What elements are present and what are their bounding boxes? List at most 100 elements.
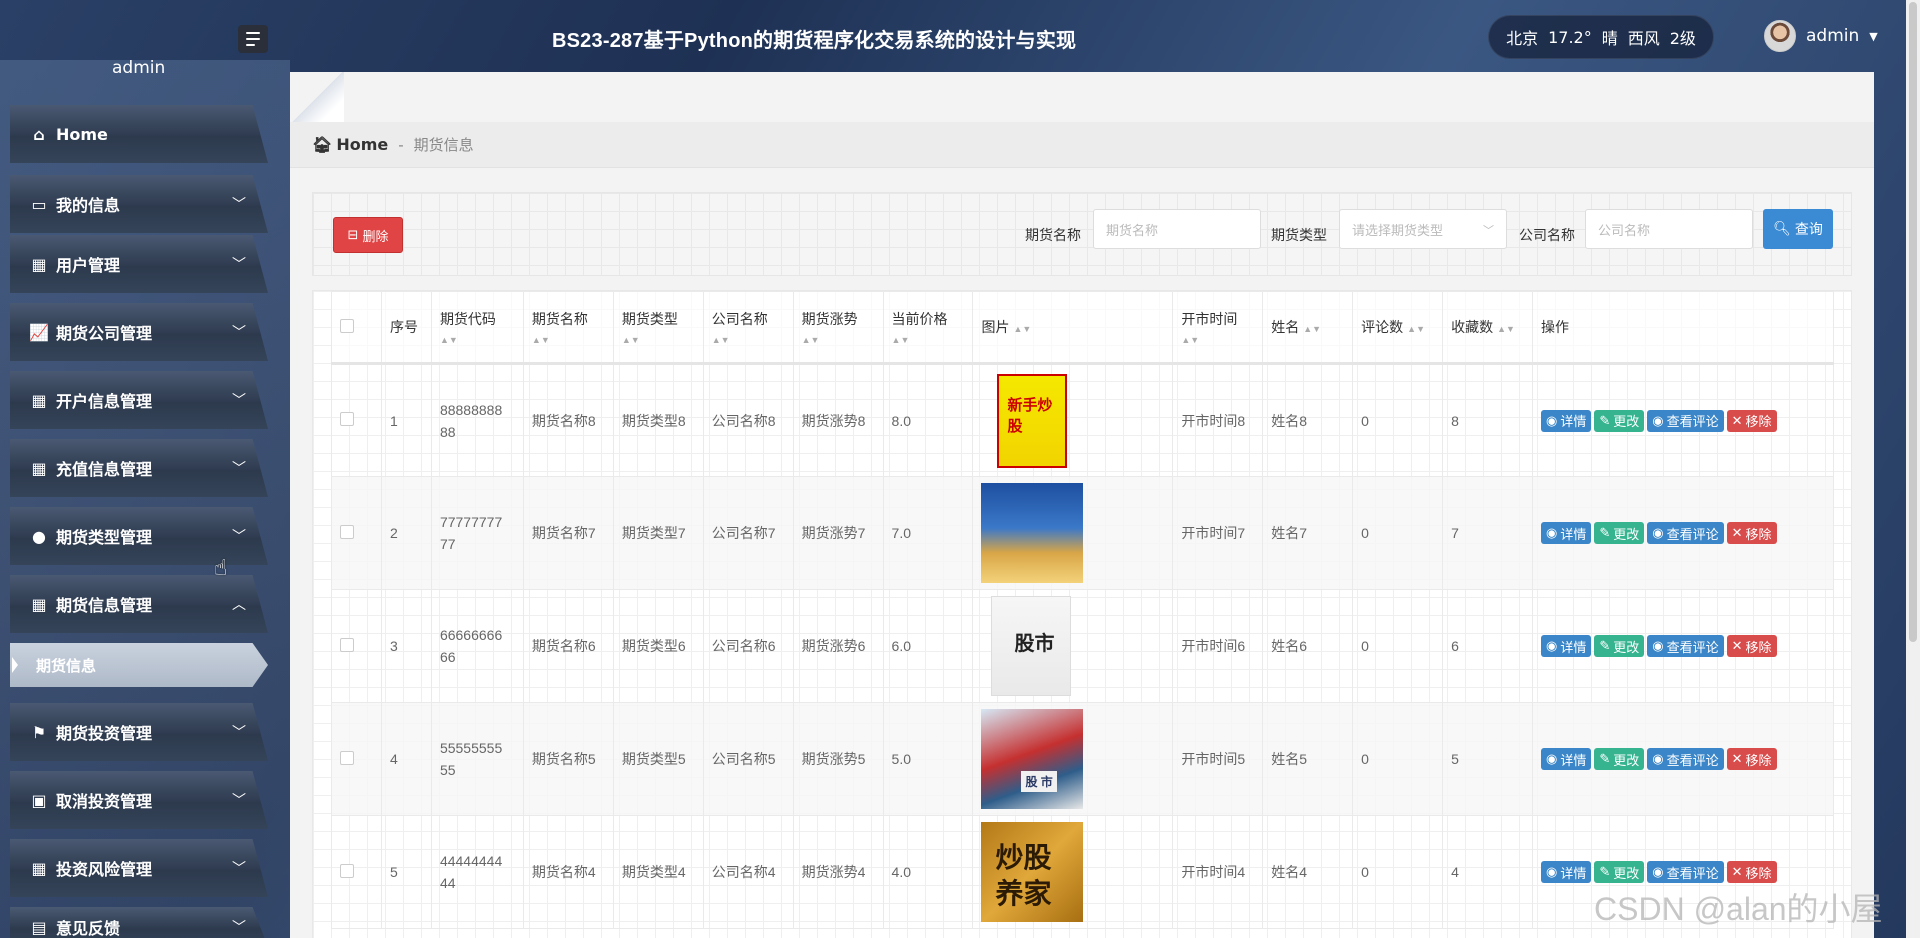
query-button[interactable]: 🔍︎ 查询 <box>1763 209 1833 249</box>
col-header-comments[interactable]: 评论数 ▲▼ <box>1352 291 1444 364</box>
cell-type: 期货类型5 <box>612 702 704 816</box>
col-header-company[interactable]: 公司名称 ▲▼ <box>702 291 794 364</box>
sort-icon[interactable]: ▲▼ <box>1181 335 1254 345</box>
sidebar-item-futures[interactable]: ▦ 期货信息管理 ︿ <box>10 575 268 633</box>
remove-button[interactable]: ✕ 移除 <box>1726 635 1777 657</box>
row-checkbox[interactable] <box>340 524 354 539</box>
row-checkbox[interactable] <box>340 863 354 878</box>
detail-button[interactable]: ◉ 详情 <box>1541 409 1592 432</box>
sort-icon[interactable]: ▲▼ <box>892 335 965 345</box>
comments-label: 查看评论 <box>1666 865 1719 881</box>
remove-button[interactable]: ✕ 移除 <box>1726 522 1777 544</box>
chevron-down-icon: ﹀ <box>232 197 246 213</box>
col-header-favs[interactable]: 收藏数 ▲▼ <box>1442 291 1533 364</box>
breadcrumb-home-label[interactable]: Home <box>336 135 388 154</box>
header-username[interactable]: admin <box>1806 26 1859 46</box>
col-header-image[interactable]: 图片 ▲▼ <box>972 291 1174 364</box>
sort-icon[interactable]: ▲▼ <box>712 335 785 345</box>
col-header-person[interactable]: 姓名 ▲▼ <box>1262 291 1354 364</box>
view-comments-button[interactable]: ◉ 查看评论 <box>1647 748 1724 770</box>
detail-button[interactable]: ◉ 详情 <box>1541 748 1592 770</box>
cell-trend: 期货涨势8 <box>792 363 884 477</box>
sidebar-item-users[interactable]: ▦ 用户管理 ﹀ <box>10 235 268 293</box>
edit-button[interactable]: ✎ 更改 <box>1594 635 1645 657</box>
scrollbar-thumb[interactable] <box>1909 2 1917 642</box>
futures-thumbnail[interactable]: 新手炒股 <box>997 373 1068 468</box>
sidebar-item-types[interactable]: ● 期货类型管理 ﹀ <box>10 507 268 565</box>
remove-button[interactable]: ✕ 移除 <box>1726 748 1777 770</box>
futures-thumbnail[interactable]: 炒股 养家 <box>981 822 1084 922</box>
detail-button[interactable]: ◉ 详情 <box>1541 635 1592 657</box>
futures-thumbnail[interactable]: 股 市 <box>981 709 1084 809</box>
futures-type-select[interactable]: 请选择期货类型 ﹀ <box>1339 209 1507 249</box>
sidebar-item-recharge[interactable]: ▦ 充值信息管理 ﹀ <box>10 439 268 497</box>
breadcrumb-home[interactable]: 🏠︎ Home <box>312 135 388 154</box>
menu-toggle-button[interactable] <box>238 25 268 53</box>
grid-icon: ▦ <box>31 458 47 478</box>
edit-button[interactable]: ✎ 更改 <box>1594 522 1645 544</box>
sidebar-item-companies[interactable]: 📈 期货公司管理 ﹀ <box>10 303 268 361</box>
sidebar-item-my-info[interactable]: ▭ 我的信息 ﹀ <box>10 175 268 233</box>
filter-label-name: 期货名称 <box>1025 228 1081 244</box>
row-checkbox[interactable] <box>340 750 354 765</box>
view-comments-button[interactable]: ◉ 查看评论 <box>1647 635 1724 657</box>
sort-icon[interactable]: ▲▼ <box>802 335 875 345</box>
col-header-trend[interactable]: 期货涨势 ▲▼ <box>792 291 884 364</box>
sidebar-item-cancel-invest[interactable]: ▣ 取消投资管理 ﹀ <box>10 771 268 829</box>
detail-button[interactable]: ◉ 详情 <box>1541 861 1592 883</box>
view-comments-button[interactable]: ◉ 查看评论 <box>1647 522 1724 544</box>
col-header-code[interactable]: 期货代码 ▲▼ <box>430 291 524 364</box>
sidebar-item-risk[interactable]: ▦ 投资风险管理 ﹀ <box>10 839 268 897</box>
edit-button[interactable]: ✎ 更改 <box>1594 861 1645 883</box>
cell-name: 期货名称6 <box>522 589 614 703</box>
view-comments-button[interactable]: ◉ 查看评论 <box>1647 409 1724 432</box>
sidebar-subitem-futures-info[interactable]: 期货信息 <box>10 643 268 687</box>
edit-button[interactable]: ✎ 更改 <box>1594 748 1645 770</box>
futures-thumbnail[interactable] <box>981 483 1084 583</box>
sort-icon[interactable]: ▲▼ <box>440 335 515 345</box>
row-checkbox[interactable] <box>340 637 354 652</box>
row-select-cell <box>331 589 382 703</box>
futures-thumbnail[interactable]: 股市 <box>991 596 1072 696</box>
col-header-open-time[interactable]: 开市时间 ▲▼ <box>1172 291 1264 364</box>
sidebar-item-label: 充值信息管理 <box>56 460 153 479</box>
sidebar-item-feedback[interactable]: ▤ 意见反馈 ﹀ <box>10 907 268 938</box>
sidebar-item-investments[interactable]: ⚑ 期货投资管理 ﹀ <box>10 703 268 761</box>
cell-code-text: 7777777777 <box>439 514 503 552</box>
remove-button[interactable]: ✕ 移除 <box>1726 409 1777 432</box>
remove-button[interactable]: ✕ 移除 <box>1726 861 1777 883</box>
sidebar-item-label: 用户管理 <box>56 256 121 275</box>
detail-button[interactable]: ◉ 详情 <box>1541 522 1592 544</box>
col-header-type[interactable]: 期货类型 ▲▼ <box>612 291 704 364</box>
user-menu[interactable]: admin ▼ <box>1764 20 1878 52</box>
sort-icon[interactable]: ▲▼ <box>622 335 695 345</box>
sort-icon[interactable]: ▲▼ <box>1497 324 1515 334</box>
page-scrollbar[interactable] <box>1906 0 1920 938</box>
close-icon: ✕ <box>1731 525 1743 540</box>
delete-button[interactable]: ⊟ 删除 <box>333 217 403 253</box>
sort-icon[interactable]: ▲▼ <box>1303 324 1321 334</box>
thumbnail-text: 股市 <box>1014 631 1055 655</box>
cell-actions: ◉ 详情 ✎ 更改 ◉ 查看评论 ✕ 移除 <box>1532 363 1834 477</box>
sort-icon[interactable]: ▲▼ <box>532 335 605 345</box>
edit-label: 更改 <box>1613 865 1640 881</box>
col-header-name[interactable]: 期货名称 ▲▼ <box>522 291 614 364</box>
view-comments-button[interactable]: ◉ 查看评论 <box>1647 861 1724 883</box>
main-content: 🏠︎ Home - 期货信息 ⊟ 删除 期货名称 期货名称 期货类型 请选择期货… <box>290 72 1874 938</box>
col-header-label: 图片 <box>981 319 1010 335</box>
col-header-price[interactable]: 当前价格 ▲▼ <box>882 291 974 364</box>
sidebar-item-accounts[interactable]: ▦ 开户信息管理 ﹀ <box>10 371 268 429</box>
futures-name-input[interactable]: 期货名称 <box>1093 209 1261 249</box>
avatar[interactable] <box>1764 20 1796 52</box>
edit-button[interactable]: ✎ 更改 <box>1594 409 1645 432</box>
detail-label: 详情 <box>1560 639 1587 655</box>
caret-down-icon[interactable]: ▼ <box>1869 30 1877 43</box>
sort-icon[interactable]: ▲▼ <box>1407 324 1425 334</box>
sort-icon[interactable]: ▲▼ <box>1013 324 1031 334</box>
row-checkbox[interactable] <box>340 412 354 426</box>
sidebar-item-home[interactable]: ⌂ Home <box>10 105 268 163</box>
cell-type: 期货类型7 <box>612 476 704 590</box>
company-name-input[interactable]: 公司名称 <box>1585 209 1753 249</box>
weather-temp: 17.2° <box>1548 27 1592 47</box>
select-all-checkbox[interactable] <box>340 318 354 333</box>
